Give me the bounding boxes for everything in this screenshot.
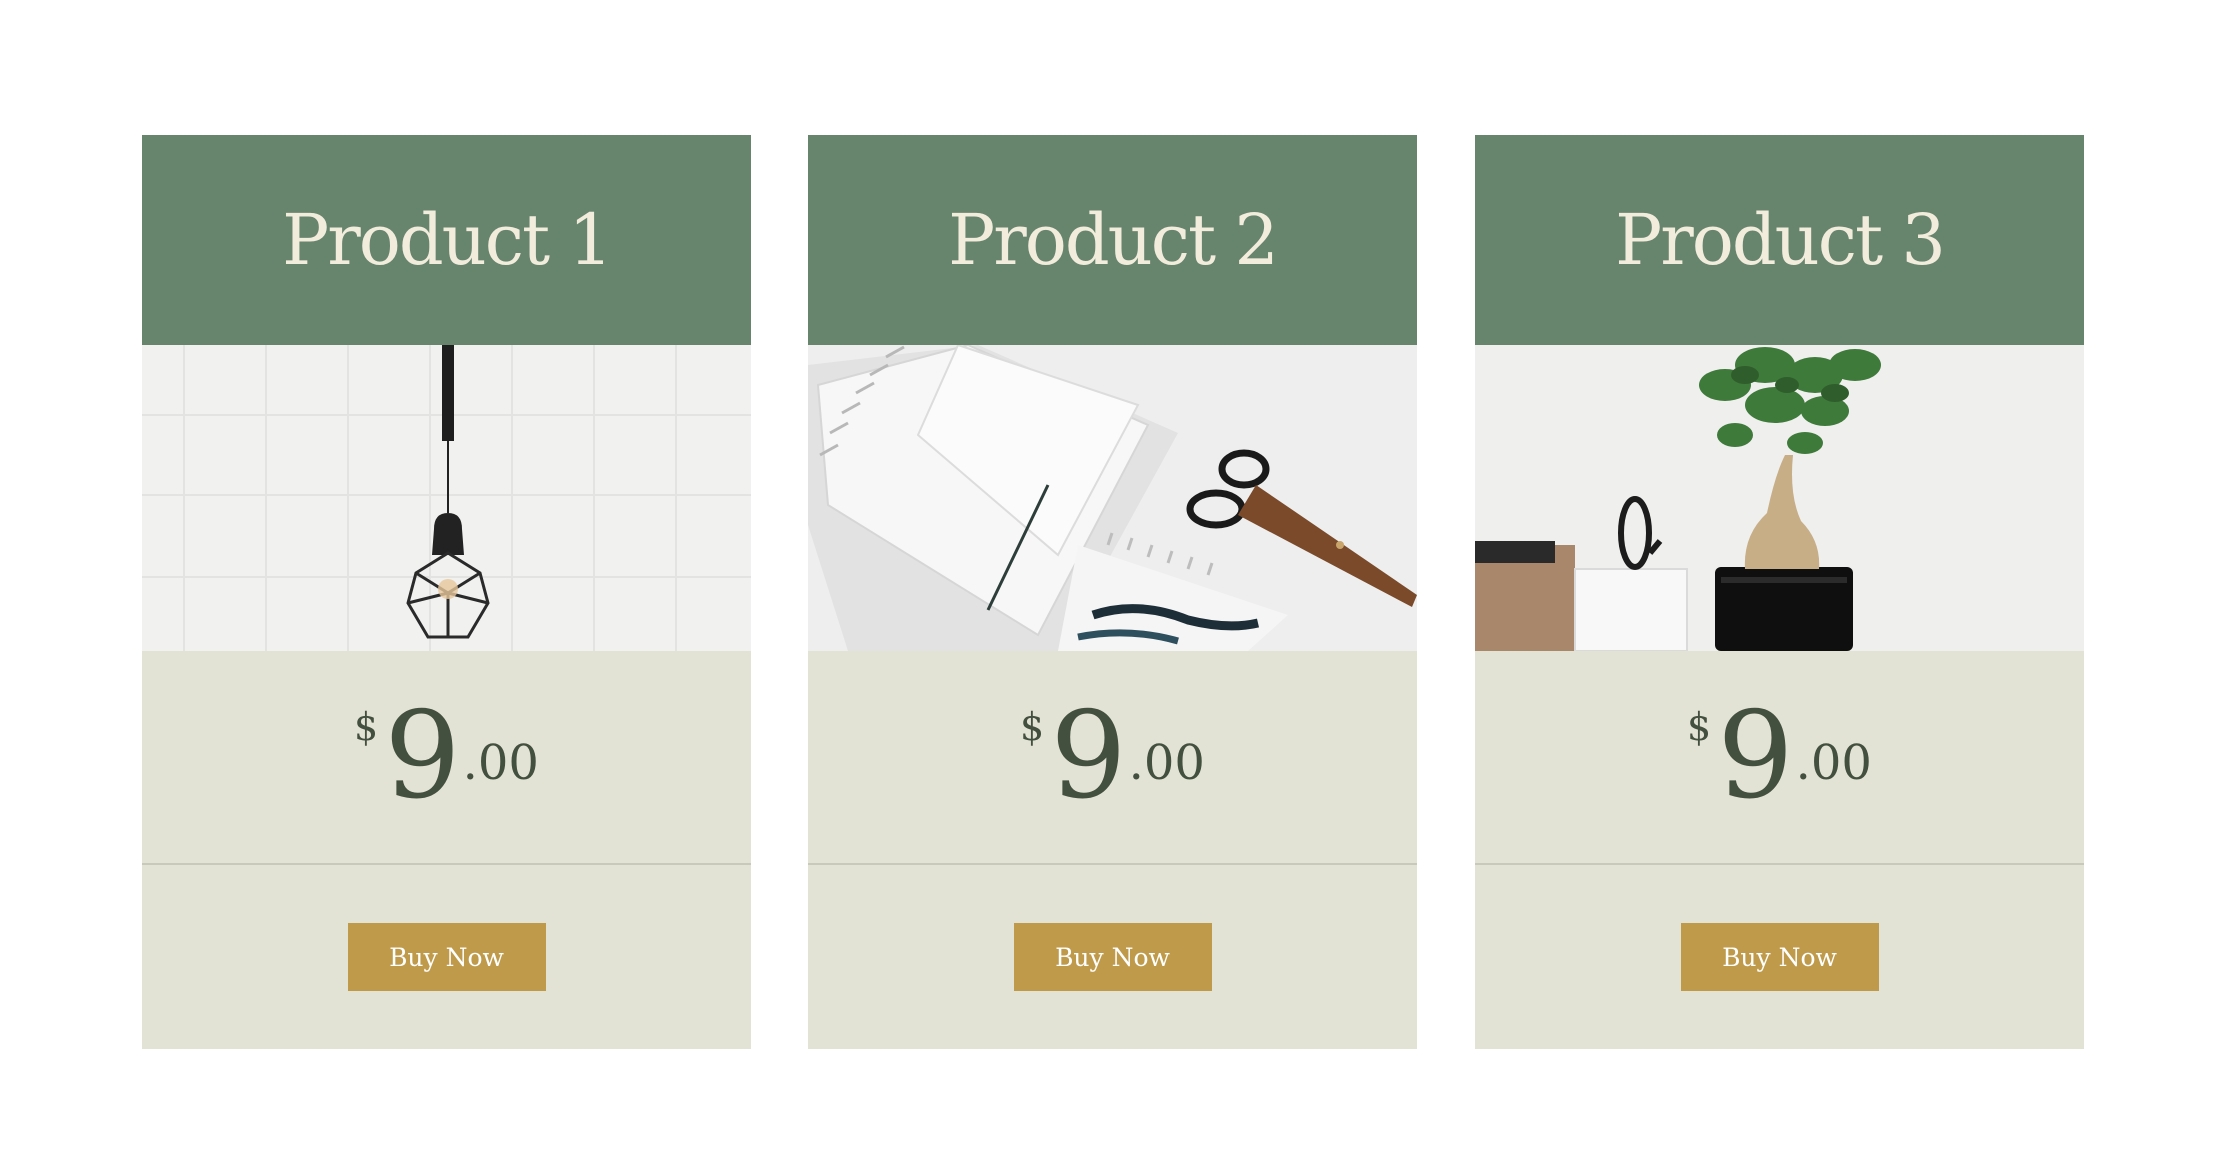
- price-integer: 9: [1050, 687, 1127, 826]
- product-card-header: Product 1: [142, 135, 751, 345]
- product-card-3: Product 3 $ 9 .00 Buy Now: [1475, 135, 2084, 1049]
- bonsai-desk-organizer-image: [1475, 345, 2084, 651]
- product-title: Product 2: [948, 199, 1279, 281]
- price-currency: $: [1687, 705, 1712, 749]
- price-integer: 9: [384, 687, 461, 826]
- price-decimal: .00: [462, 735, 539, 791]
- product-card-1: Product 1 $ 9 .00 Buy Now: [142, 135, 751, 1049]
- buy-now-button[interactable]: Buy Now: [347, 923, 546, 991]
- price-integer: 9: [1717, 687, 1794, 826]
- buy-block: Buy Now: [808, 865, 1417, 1049]
- price: $ 9 .00: [354, 697, 539, 817]
- price-block: $ 9 .00: [808, 651, 1417, 865]
- price-block: $ 9 .00: [1475, 651, 2084, 865]
- product-title: Product 1: [282, 199, 613, 281]
- product-card-header: Product 2: [808, 135, 1417, 345]
- price-currency: $: [1020, 705, 1045, 749]
- product-card-2: Product 2 $ 9 .00 Buy Now: [808, 135, 1417, 1049]
- price: $ 9 .00: [1020, 697, 1205, 817]
- price-decimal: .00: [1128, 735, 1205, 791]
- buy-block: Buy Now: [1475, 865, 2084, 1049]
- buy-block: Buy Now: [142, 865, 751, 1049]
- price: $ 9 .00: [1687, 697, 1872, 817]
- product-card-header: Product 3: [1475, 135, 2084, 345]
- price-currency: $: [354, 705, 379, 749]
- buy-now-button[interactable]: Buy Now: [1680, 923, 1879, 991]
- buy-now-button[interactable]: Buy Now: [1013, 923, 1212, 991]
- price-block: $ 9 .00: [142, 651, 751, 865]
- notebooks-scissors-image: [808, 345, 1417, 651]
- pendant-lamp-image: [142, 345, 751, 651]
- product-title: Product 3: [1615, 199, 1946, 281]
- pricing-page: Product 1 $ 9 .00 Buy Now Product 2 $ 9 …: [0, 0, 2228, 1167]
- price-decimal: .00: [1795, 735, 1872, 791]
